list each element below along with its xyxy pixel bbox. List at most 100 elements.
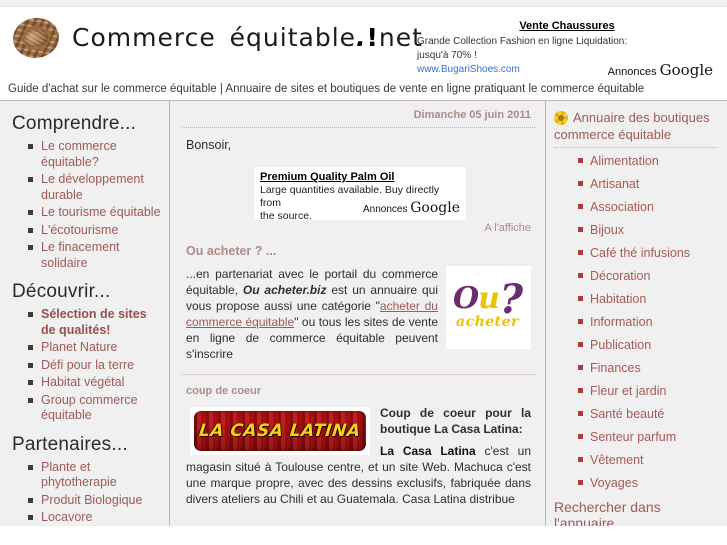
category-label: Voyages [590, 476, 638, 490]
category-label: Association [590, 200, 654, 214]
article-label-coup-de-coeur: coup de coeur [186, 385, 262, 397]
site-tagline: Guide d'achat sur le commerce équitable … [0, 79, 727, 101]
sidebar-item-label: Le tourisme équitable [41, 205, 161, 219]
left-section-heading-comprendre: Comprendre... [12, 113, 137, 134]
category-item-sante-beaute[interactable]: Santé beauté [578, 407, 719, 422]
sidebar-item-selection-de-sites[interactable]: Sélection de sites de qualités! [28, 307, 163, 338]
right-sidebar-heading-line1: Annuaire des boutiques [573, 110, 710, 125]
sidebar-item-label: Habitat végétal [41, 375, 125, 389]
category-item-finances[interactable]: Finances [578, 361, 719, 376]
content-ad-title[interactable]: Premium Quality Palm Oil [260, 171, 460, 184]
right-sidebar-heading: Annuaire des boutiques commerce équitabl… [554, 109, 719, 143]
left-section-heading-decouvrir: Découvrir... [12, 281, 111, 302]
category-item-artisanat[interactable]: Artisanat [578, 177, 719, 192]
header-ad-google-brand: Annonces Google [608, 63, 713, 79]
main-content: Dimanche 05 juin 2011 Bonsoir, Premium Q… [170, 101, 546, 526]
content-ad-brand-prefix: Annonces [362, 204, 408, 215]
left-nav-list-partenaires: Plante et phytotherapie Produit Biologiq… [10, 460, 163, 527]
category-label: Senteur parfum [590, 430, 677, 444]
logo-word-equitable: équitable [229, 23, 357, 52]
divider-dotted [182, 127, 535, 128]
sidebar-item-label: Le finacement solidaire [41, 240, 120, 270]
ou-acheter-logo-icon[interactable]: Ou ? acheter [446, 266, 531, 349]
article-casa-latina: LA CASA LATINA Coup de coeur pour la bou… [182, 405, 535, 513]
left-nav-list-decouvrir: Sélection de sites de qualités! Planet N… [10, 307, 163, 424]
category-item-alimentation[interactable]: Alimentation [578, 154, 719, 169]
logo-exclamation: .! [356, 23, 379, 52]
sidebar-item-le-commerce-equitable[interactable]: Le commerce équitable? [28, 139, 163, 170]
header-ad-brand-google: Google [659, 61, 713, 79]
current-date: Dimanche 05 juin 2011 [413, 109, 531, 121]
category-item-voyages[interactable]: Voyages [578, 476, 719, 491]
category-label: Vêtement [590, 453, 644, 467]
sidebar-item-habitat-vegetal[interactable]: Habitat végétal [28, 375, 163, 391]
la-casa-latina-banner[interactable]: LA CASA LATINA [190, 407, 370, 455]
article-ou-acheter: Ou ? acheter ...en partenariat avec le p… [182, 266, 535, 368]
category-item-information[interactable]: Information [578, 315, 719, 330]
affiche-label: A l'affiche [484, 222, 531, 234]
sidebar-item-le-finacement-solidaire[interactable]: Le finacement solidaire [28, 240, 163, 271]
page-columns: Comprendre... Le commerce équitable? Le … [0, 101, 727, 526]
category-label: Santé beauté [590, 407, 665, 421]
divider-dotted-right [554, 147, 717, 148]
left-sidebar: Comprendre... Le commerce équitable? Le … [0, 101, 170, 526]
sidebar-item-defi-pour-la-terre[interactable]: Défi pour la terre [28, 358, 163, 374]
site-header: Commerce équitable.!net Vente Chaussures… [0, 7, 727, 79]
sidebar-item-label: L'écotourisme [41, 222, 119, 237]
search-section-title: Rechercher dans l'annuaire [554, 499, 661, 526]
header-ad-line1: Grande Collection Fashion en ligne Liqui… [417, 36, 628, 47]
category-item-fleur-et-jardin[interactable]: Fleur et jardin [578, 384, 719, 399]
sidebar-item-label: Locavore [41, 510, 93, 524]
category-item-association[interactable]: Association [578, 200, 719, 215]
sidebar-item-label: Sélection de sites de qualités! [41, 307, 147, 337]
category-item-vetement[interactable]: Vêtement [578, 453, 719, 468]
sunflower-icon [554, 111, 568, 125]
casa-banner-text: LA CASA LATINA [198, 421, 362, 441]
left-section-heading-partenaires: Partenaires... [12, 433, 128, 455]
sidebar-item-lecotourisme[interactable]: L'écotourisme [28, 223, 163, 239]
ou-logo-ou-text: Ou [453, 281, 500, 316]
category-label: Finances [590, 361, 641, 375]
header-google-ad[interactable]: Vente Chaussures Grande Collection Fashi… [417, 19, 717, 79]
category-item-publication[interactable]: Publication [578, 338, 719, 353]
directory-category-list: Alimentation Artisanat Association Bijou… [552, 154, 719, 491]
ou-logo-u: u [478, 281, 500, 316]
category-label: Alimentation [590, 154, 659, 168]
content-google-ad[interactable]: Premium Quality Palm Oil Large quantitie… [254, 167, 466, 220]
sidebar-item-group-commerce-equitable[interactable]: Group commerce équitable [28, 393, 163, 424]
right-sidebar-heading-line2: commerce équitable [554, 127, 672, 142]
left-nav-list-comprendre: Le commerce équitable? Le développement … [10, 139, 163, 271]
article-ou-emphasis: Ou acheter.biz [242, 283, 327, 297]
sidebar-item-label: Group commerce équitable [41, 392, 138, 423]
category-label: Décoration [590, 269, 651, 283]
category-item-bijoux[interactable]: Bijoux [578, 223, 719, 238]
category-label: Café thé infusions [590, 246, 691, 260]
category-item-habitation[interactable]: Habitation [578, 292, 719, 307]
greeting-text: Bonsoir, [186, 138, 232, 152]
right-sidebar: Annuaire des boutiques commerce équitabl… [546, 101, 727, 526]
sidebar-item-plante-et-phytotherapie[interactable]: Plante et phytotherapie [28, 460, 163, 491]
logo-o-ring-icon [10, 14, 66, 62]
header-ad-brand-prefix: Annonces [607, 66, 657, 78]
casa-body-bold: La Casa Latina [380, 444, 476, 458]
browser-top-strip [0, 0, 727, 7]
category-item-decoration[interactable]: Décoration [578, 269, 719, 284]
category-label: Bijoux [590, 223, 625, 237]
logo-word-commerce: Commerce [72, 23, 216, 52]
sidebar-item-planet-nature[interactable]: Planet Nature [28, 340, 163, 356]
divider-dotted-2 [182, 374, 535, 375]
site-logo[interactable]: Commerce équitable.!net [0, 7, 423, 62]
header-ad-title[interactable]: Vente Chaussures [417, 19, 717, 33]
category-item-cafe-the-infusions[interactable]: Café thé infusions [578, 246, 719, 261]
category-item-senteur-parfum[interactable]: Senteur parfum [578, 430, 719, 445]
sidebar-item-label: Le commerce équitable? [41, 139, 117, 169]
ou-logo-acheter-text: acheter [456, 314, 519, 330]
sidebar-item-le-tourisme-equitable[interactable]: Le tourisme équitable [28, 205, 163, 221]
category-label: Habitation [590, 292, 647, 306]
content-ad-google-brand: Annonces Google [358, 201, 460, 216]
sidebar-item-label: Produit Biologique [41, 492, 143, 507]
sidebar-item-locavore[interactable]: Locavore [28, 510, 163, 526]
category-label: Publication [590, 338, 652, 352]
sidebar-item-le-developpement-durable[interactable]: Le développement durable [28, 172, 163, 203]
sidebar-item-produit-biologique[interactable]: Produit Biologique [28, 493, 163, 509]
